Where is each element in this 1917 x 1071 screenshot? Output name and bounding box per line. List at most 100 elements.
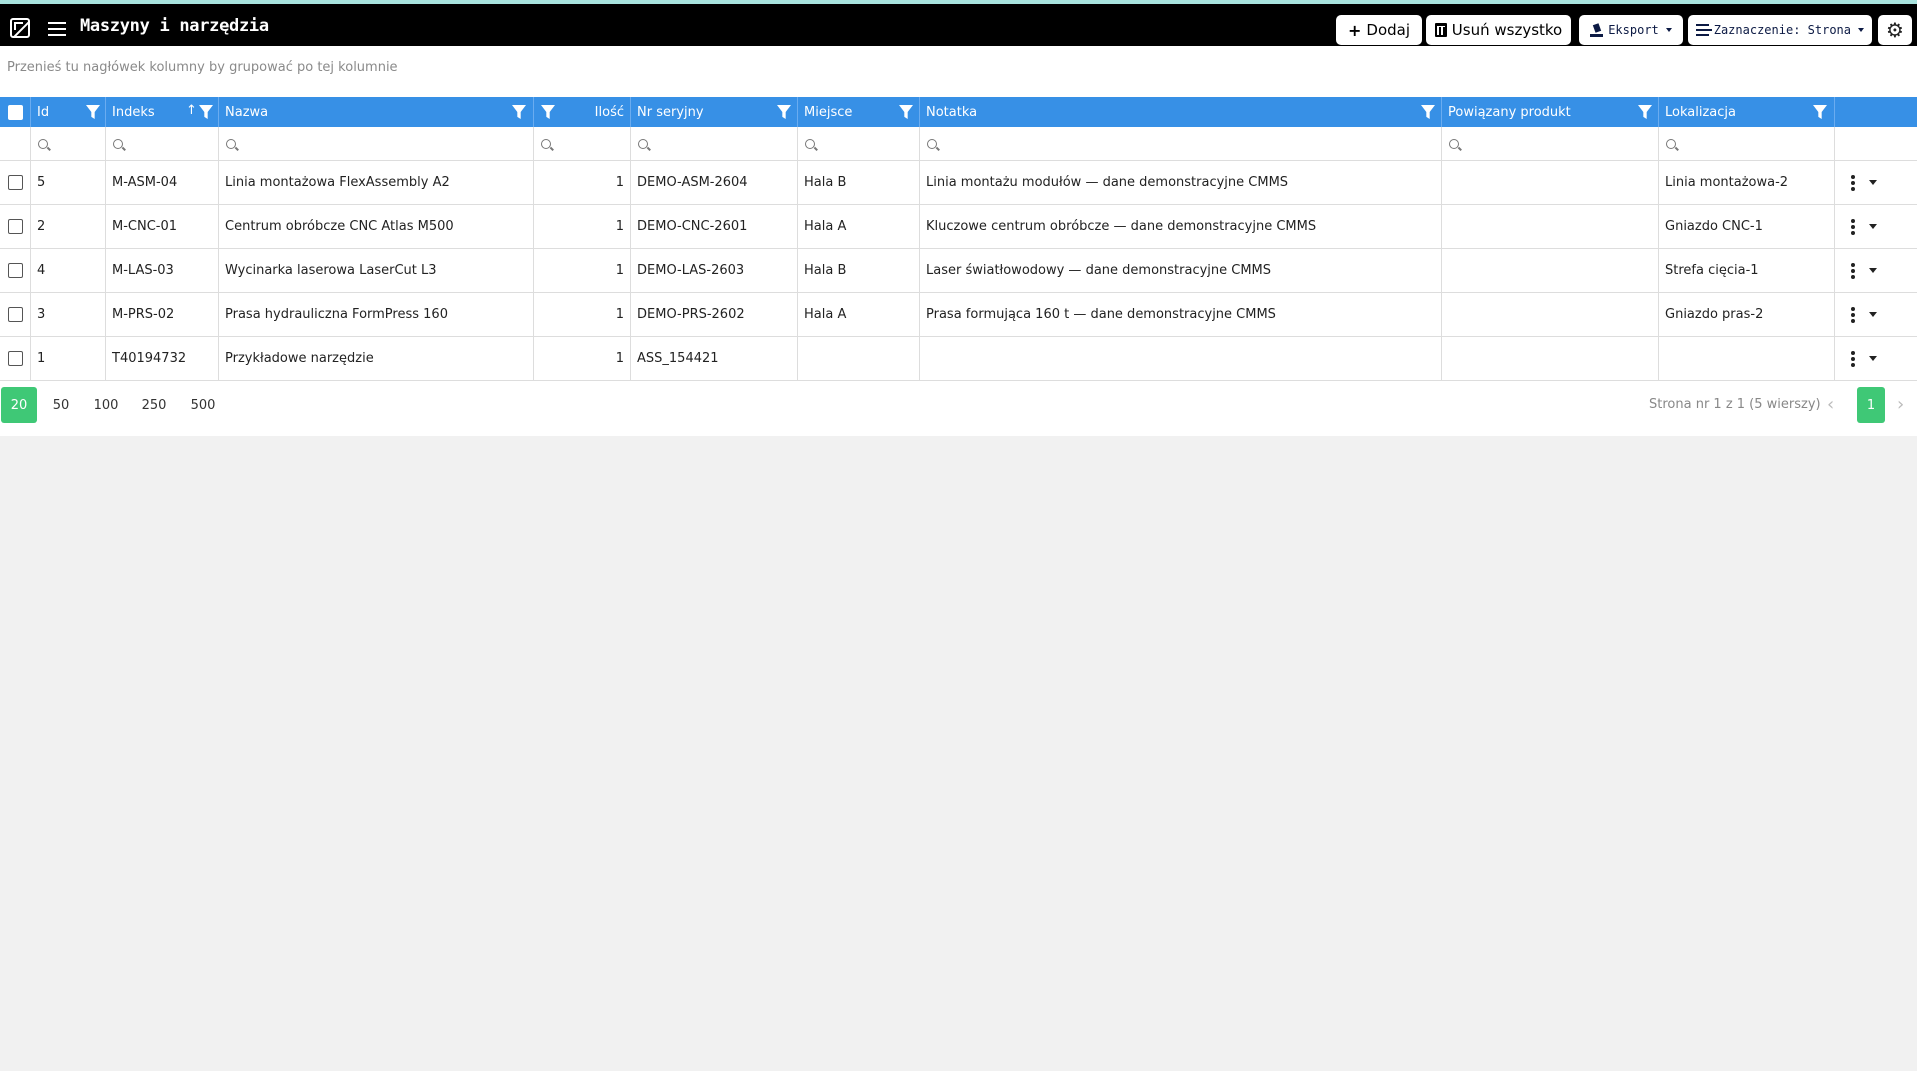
cell-location: Gniazdo CNC-1	[1659, 205, 1835, 248]
search-icon	[541, 138, 551, 149]
cell-related	[1442, 161, 1659, 204]
select-all-checkbox[interactable]	[7, 104, 23, 120]
group-panel-hint[interactable]: Przenieś tu nagłówek kolumny by grupować…	[7, 60, 398, 75]
filter-input-place[interactable]	[798, 127, 920, 160]
search-icon	[1666, 138, 1676, 149]
chevron-down-icon	[1665, 28, 1672, 32]
row-select-cell	[0, 249, 31, 292]
table-row[interactable]: 4 M-LAS-03 Wycinarka laserowa LaserCut L…	[0, 249, 1917, 293]
chevron-down-icon[interactable]	[1869, 312, 1877, 317]
pager: 20 50 100 250 500 Strona nr 1 z 1 (5 wie…	[0, 387, 1917, 423]
cell-qty: 1	[534, 205, 631, 248]
row-checkbox[interactable]	[7, 219, 23, 234]
filter-icon[interactable]	[1638, 105, 1652, 119]
column-header-name[interactable]: Nazwa	[219, 97, 534, 127]
row-checkbox[interactable]	[7, 263, 23, 278]
filter-icon[interactable]	[541, 105, 555, 119]
cell-place: Hala A	[798, 205, 920, 248]
filter-input-qty[interactable]	[534, 127, 631, 160]
app-logo-icon[interactable]	[10, 18, 30, 38]
cell-location	[1659, 337, 1835, 380]
filter-input-name[interactable]	[219, 127, 534, 160]
page-size-500[interactable]: 500	[183, 387, 223, 423]
cell-name: Wycinarka laserowa LaserCut L3	[219, 249, 534, 292]
row-checkbox[interactable]	[7, 175, 23, 190]
search-icon	[38, 138, 48, 149]
filter-icon[interactable]	[1421, 105, 1435, 119]
kebab-icon[interactable]	[1851, 218, 1855, 235]
settings-button[interactable]: ⚙	[1878, 15, 1912, 45]
page-number-current[interactable]: 1	[1857, 387, 1885, 423]
filter-input-note[interactable]	[920, 127, 1442, 160]
cell-place: Hala B	[798, 249, 920, 292]
sort-ascending-icon[interactable]: ↑	[186, 103, 197, 118]
column-header-index-label: Indeks	[112, 104, 155, 120]
chevron-left-icon[interactable]: ‹	[1827, 394, 1834, 415]
column-header-location[interactable]: Lokalizacja	[1659, 97, 1835, 127]
kebab-icon[interactable]	[1851, 174, 1855, 191]
page-title: Maszyny i narzędzia	[80, 16, 269, 36]
cell-id: 2	[31, 205, 106, 248]
table-row[interactable]: 3 M-PRS-02 Prasa hydrauliczna FormPress …	[0, 293, 1917, 337]
column-header-id[interactable]: Id	[31, 97, 106, 127]
trash-icon	[1434, 23, 1447, 37]
filter-icon[interactable]	[512, 105, 526, 119]
row-actions	[1835, 293, 1917, 336]
delete-all-button-label: Usuń wszystko	[1451, 21, 1563, 39]
selection-dropdown-button[interactable]: Zaznaczenie: Strona	[1688, 15, 1872, 45]
kebab-icon[interactable]	[1851, 306, 1855, 323]
cell-related	[1442, 249, 1659, 292]
filter-cell-actions	[1835, 127, 1917, 160]
kebab-icon[interactable]	[1851, 262, 1855, 279]
row-checkbox[interactable]	[7, 307, 23, 322]
filter-input-id[interactable]	[31, 127, 106, 160]
table-row[interactable]: 1 T40194732 Przykładowe narzędzie 1 ASS_…	[0, 337, 1917, 381]
cell-name: Przykładowe narzędzie	[219, 337, 534, 380]
chevron-right-icon[interactable]: ›	[1897, 394, 1904, 415]
row-select-cell	[0, 205, 31, 248]
hamburger-menu-icon[interactable]	[48, 22, 66, 36]
filter-input-index[interactable]	[106, 127, 219, 160]
page-size-250[interactable]: 250	[134, 387, 174, 423]
cell-note: Linia montażu modułów — dane demonstracy…	[920, 161, 1442, 204]
gear-icon: ⚙	[1886, 18, 1904, 42]
column-header-qty[interactable]: Ilość	[534, 97, 631, 127]
column-header-index[interactable]: Indeks ↑	[106, 97, 219, 127]
cell-serial: ASS_154421	[631, 337, 798, 380]
delete-all-button[interactable]: Usuń wszystko	[1426, 15, 1571, 45]
cell-note: Kluczowe centrum obróbcze — dane demonst…	[920, 205, 1442, 248]
kebab-icon[interactable]	[1851, 350, 1855, 367]
filter-icon[interactable]	[1813, 105, 1827, 119]
grid-panel: Przenieś tu nagłówek kolumny by grupować…	[0, 46, 1917, 436]
filter-icon[interactable]	[777, 105, 791, 119]
column-header-serial[interactable]: Nr seryjny	[631, 97, 798, 127]
chevron-down-icon[interactable]	[1869, 356, 1877, 361]
page-size-50[interactable]: 50	[45, 387, 77, 423]
column-header-note[interactable]: Notatka	[920, 97, 1442, 127]
export-dropdown-button[interactable]: Eksport	[1579, 15, 1683, 45]
row-checkbox[interactable]	[7, 351, 23, 366]
filter-icon[interactable]	[899, 105, 913, 119]
chevron-down-icon[interactable]	[1869, 180, 1877, 185]
filter-icon[interactable]	[199, 105, 213, 119]
cell-index: M-ASM-04	[106, 161, 219, 204]
row-actions	[1835, 205, 1917, 248]
filter-input-location[interactable]	[1659, 127, 1835, 160]
cell-name: Centrum obróbcze CNC Atlas M500	[219, 205, 534, 248]
row-actions	[1835, 161, 1917, 204]
chevron-down-icon[interactable]	[1869, 268, 1877, 273]
column-header-related[interactable]: Powiązany produkt	[1442, 97, 1659, 127]
chevron-down-icon[interactable]	[1869, 224, 1877, 229]
grid-header-row: Id Indeks ↑ Nazwa Ilość Nr seryjny Miejs…	[0, 97, 1917, 127]
table-row[interactable]: 5 M-ASM-04 Linia montażowa FlexAssembly …	[0, 161, 1917, 205]
filter-input-serial[interactable]	[631, 127, 798, 160]
row-select-cell	[0, 337, 31, 380]
filter-input-related[interactable]	[1442, 127, 1659, 160]
add-button[interactable]: + Dodaj	[1336, 15, 1422, 45]
column-header-place[interactable]: Miejsce	[798, 97, 920, 127]
table-row[interactable]: 2 M-CNC-01 Centrum obróbcze CNC Atlas M5…	[0, 205, 1917, 249]
page-size-20[interactable]: 20	[1, 387, 37, 423]
page-size-100[interactable]: 100	[86, 387, 126, 423]
cell-note	[920, 337, 1442, 380]
filter-icon[interactable]	[86, 105, 100, 119]
